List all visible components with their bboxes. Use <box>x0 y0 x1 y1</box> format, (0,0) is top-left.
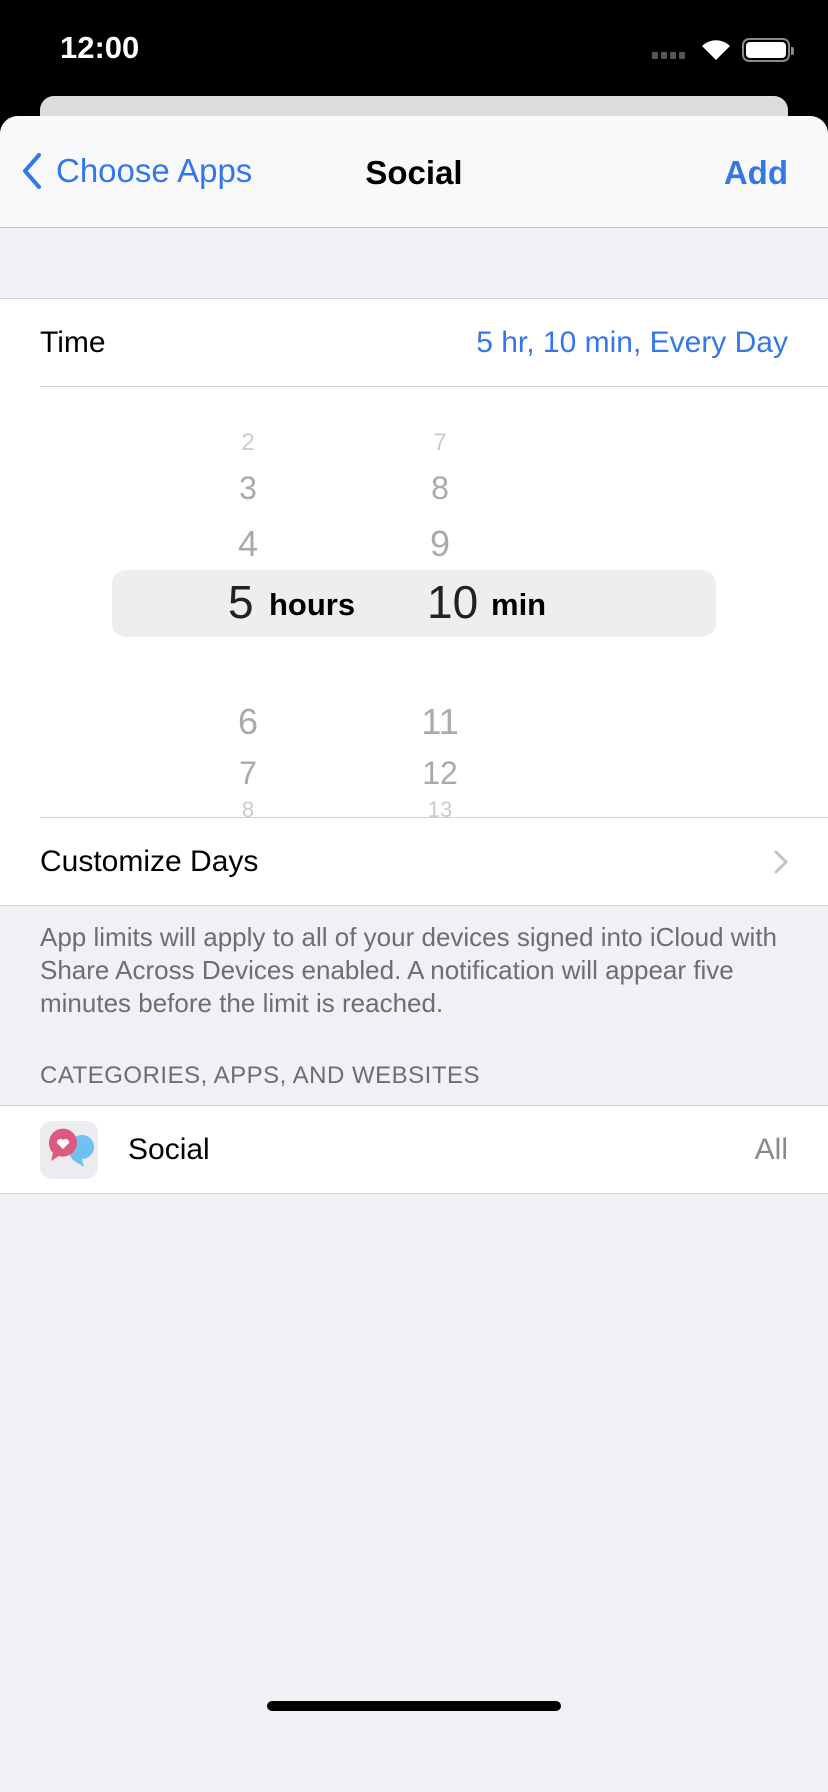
hours-option: 8 <box>241 797 255 822</box>
status-bar: 12:00 <box>0 0 828 96</box>
add-button[interactable]: Add <box>724 154 788 192</box>
hours-option: 4 <box>237 523 259 564</box>
categories-card: Social All <box>0 1105 828 1194</box>
app-limits-footnote: App limits will apply to all of your dev… <box>40 922 778 1018</box>
home-indicator[interactable] <box>267 1701 561 1711</box>
social-bubbles-icon <box>40 1120 98 1179</box>
battery-icon <box>742 38 794 62</box>
hours-option: 7 <box>239 755 257 791</box>
minutes-option: 13 <box>427 797 453 822</box>
customize-days-label: Customize Days <box>40 844 259 878</box>
hours-selected: 5 <box>228 576 254 628</box>
time-row[interactable]: Time 5 hr, 10 min, Every Day <box>0 299 828 386</box>
hours-option: 2 <box>241 429 255 456</box>
minutes-unit-label: min <box>491 587 547 622</box>
app-limit-sheet: Choose Apps Social Add Time 5 hr, 10 min… <box>0 116 828 1792</box>
time-picker[interactable]: 2 3 4 6 7 8 5 hours 7 8 9 11 12 13 10 mi… <box>0 387 828 822</box>
chevron-right-icon <box>774 850 788 873</box>
category-label: Social <box>128 1132 210 1166</box>
page-title: Social <box>365 154 463 191</box>
minutes-option: 11 <box>421 701 459 742</box>
hours-option: 6 <box>237 701 259 742</box>
cellular-signal-icon <box>652 52 685 59</box>
time-value: 5 hr, 10 min, Every Day <box>476 325 788 359</box>
wifi-icon <box>702 40 730 60</box>
minutes-option: 7 <box>433 429 447 456</box>
hours-option: 3 <box>239 470 257 506</box>
customize-days-row[interactable]: Customize Days <box>0 818 828 905</box>
status-time: 12:00 <box>60 30 140 65</box>
minutes-selected: 10 <box>427 576 479 628</box>
time-settings-card: Time 5 hr, 10 min, Every Day 2 3 4 6 7 8… <box>0 298 828 906</box>
time-label: Time <box>40 325 106 359</box>
section-header: CATEGORIES, APPS, AND WEBSITES <box>40 1062 480 1089</box>
category-row-social[interactable]: Social All <box>0 1106 828 1193</box>
minutes-option: 9 <box>429 523 451 564</box>
minutes-option: 12 <box>422 755 458 791</box>
picker-selection-highlight <box>112 570 716 637</box>
hours-unit-label: hours <box>269 587 356 622</box>
minutes-option: 8 <box>431 470 449 506</box>
navigation-bar: Choose Apps Social Add <box>0 116 828 228</box>
category-value: All <box>754 1132 788 1166</box>
